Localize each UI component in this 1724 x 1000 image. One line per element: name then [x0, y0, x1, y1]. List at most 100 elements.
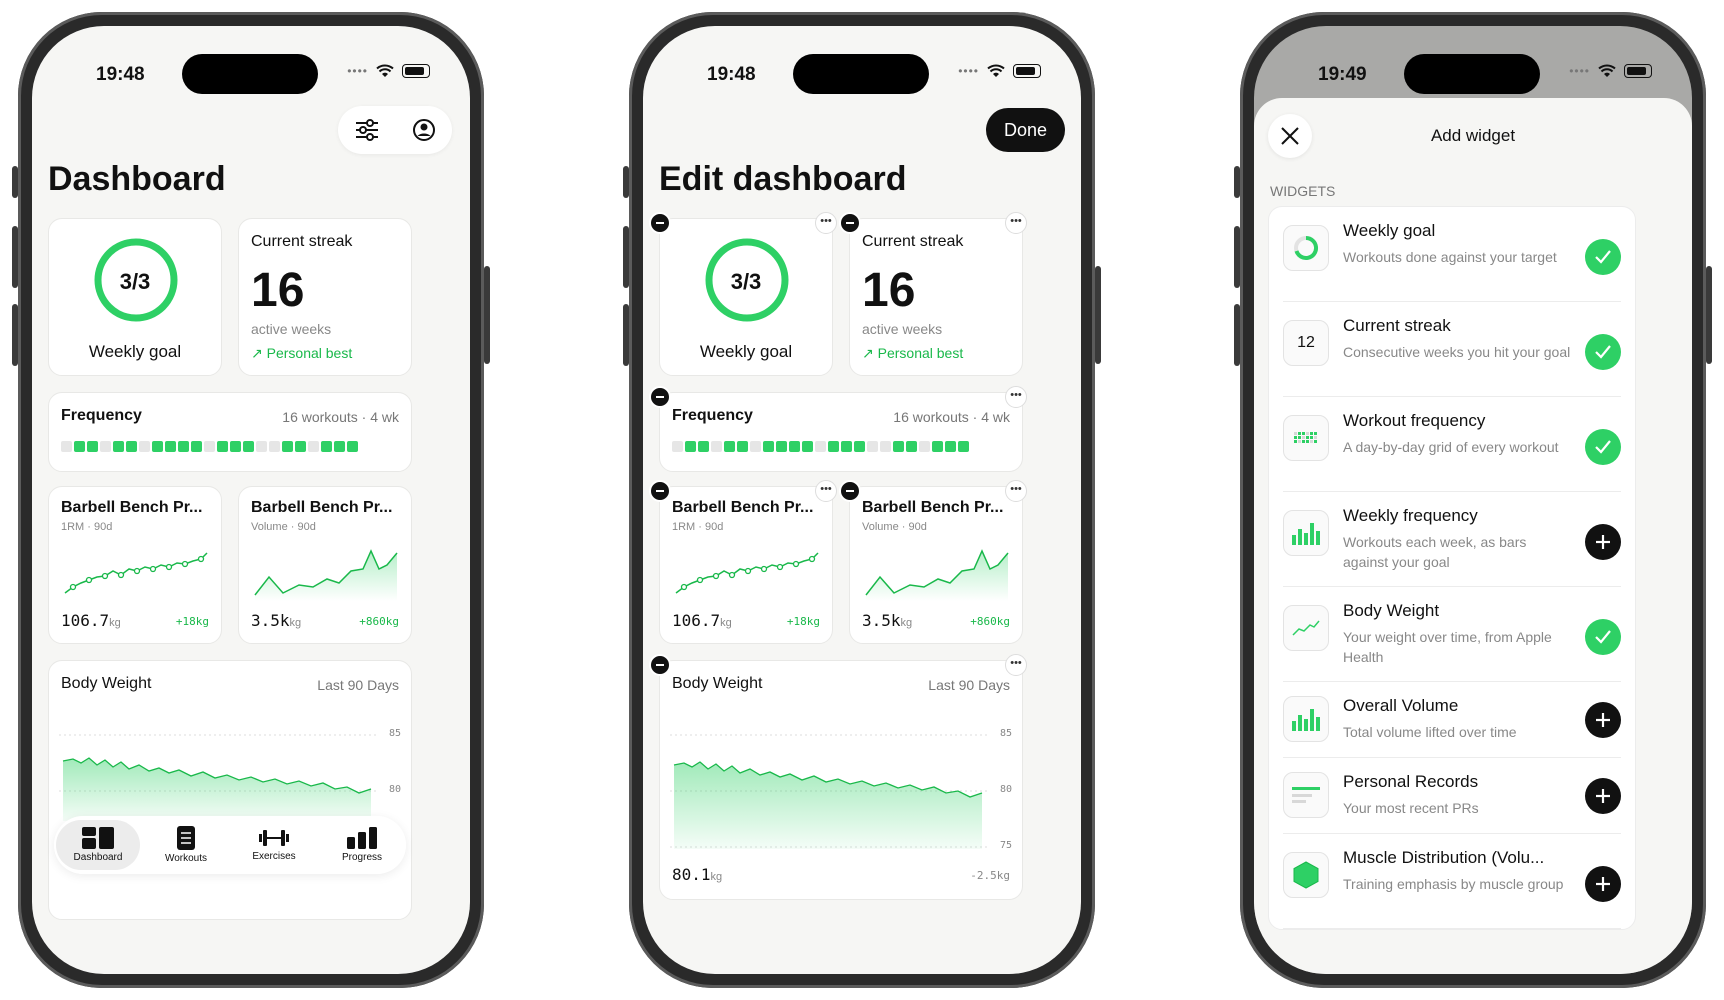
remove-bench-1rm-button[interactable] [649, 480, 671, 502]
more-weekly-goal-button[interactable]: ••• [815, 212, 837, 234]
frequency-cell [906, 441, 917, 452]
streak-card[interactable]: Current streak 16 active weeks ↗ Persona… [849, 218, 1023, 376]
tab-dashboard-label: Dashboard [73, 852, 123, 863]
page-title: Edit dashboard [659, 160, 907, 198]
added-check-button[interactable] [1585, 239, 1621, 275]
remove-bench-volume-button[interactable] [839, 480, 861, 502]
filter-icon[interactable] [355, 119, 379, 141]
frequency-cell [932, 441, 943, 452]
add-widget-button[interactable] [1585, 524, 1621, 560]
dynamic-island [182, 54, 318, 94]
more-bench-volume-button[interactable]: ••• [1005, 480, 1027, 502]
widget-row[interactable]: Overall Volume Total volume lifted over t… [1283, 682, 1621, 758]
tab-dashboard[interactable]: Dashboard [56, 820, 140, 870]
done-button[interactable]: Done [985, 108, 1065, 152]
added-check-button[interactable] [1585, 334, 1621, 370]
dashboard-icon [82, 827, 114, 849]
remove-streak-button[interactable] [839, 212, 861, 234]
status-icons: •••• [958, 64, 1041, 78]
widget-row[interactable]: Weekly frequency Workouts each week, as b… [1283, 492, 1621, 587]
weekly-goal-card[interactable]: 3/3 Weekly goal [48, 218, 222, 376]
battery-icon [1624, 64, 1652, 78]
bench-volume-sub: Volume · 90d [251, 521, 316, 533]
widget-title: Workout frequency [1343, 411, 1486, 430]
tab-progress[interactable]: Progress [320, 820, 404, 870]
tab-workouts[interactable]: Workouts [144, 820, 228, 870]
add-widget-button[interactable] [1585, 866, 1621, 902]
frequency-cell [61, 441, 72, 452]
widget-row[interactable]: Workout frequency A day-by-day grid of ev… [1283, 397, 1621, 492]
section-header: WIDGETS [1270, 183, 1336, 199]
frequency-cell [828, 441, 839, 452]
add-widget-sheet: Add widget WIDGETS Weekly goal Workouts d… [1254, 98, 1692, 974]
frequency-cell [282, 441, 293, 452]
status-time: 19:48 [707, 64, 756, 85]
streak-badge: ↗ Personal best [862, 345, 964, 361]
frequency-cell [87, 441, 98, 452]
bars-icon [1283, 696, 1329, 742]
added-check-button[interactable] [1585, 619, 1621, 655]
bench-volume-card[interactable]: Barbell Bench Pr... Volume · 90d 3.5kkg … [849, 486, 1023, 644]
widget-row[interactable]: 12 Current streak Consecutive weeks you hi… [1283, 302, 1621, 397]
frequency-cell [750, 441, 761, 452]
body-weight-card[interactable]: Body Weight Last 90 Days 85 80 [48, 660, 412, 920]
bench-1rm-card[interactable]: Barbell Bench Pr... 1RM · 90d 106.7kg +1… [659, 486, 833, 644]
frequency-cell [958, 441, 969, 452]
body-weight-card[interactable]: Body Weight Last 90 Days 85 80 75 80.1kg… [659, 660, 1023, 900]
more-streak-button[interactable]: ••• [1005, 212, 1027, 234]
frequency-card[interactable]: Frequency 16 workouts · 4 wk [659, 392, 1023, 472]
added-check-button[interactable] [1585, 429, 1621, 465]
bench-volume-delta: +860kg [359, 615, 399, 628]
widget-description: Total volume lifted over time [1343, 724, 1517, 740]
signal-icon: •••• [958, 64, 979, 78]
remove-frequency-button[interactable] [649, 386, 671, 408]
frequency-cell [204, 441, 215, 452]
toolbar-pill [338, 106, 452, 154]
status-time: 19:49 [1318, 64, 1367, 85]
add-widget-button[interactable] [1585, 702, 1621, 738]
phone-edit: 19:48 •••• Done Edit dashboard 3/3 Weekl… [623, 12, 1101, 988]
frequency-cell [737, 441, 748, 452]
bench-volume-value: 3.5kkg [862, 611, 913, 630]
frequency-card[interactable]: Frequency 16 workouts · 4 wk [48, 392, 412, 472]
more-frequency-button[interactable]: ••• [1005, 386, 1027, 408]
screen-add-widget: 19:49 •••• Add widget WIDGETS Weekly goa… [1254, 26, 1692, 974]
bench-1rm-card[interactable]: Barbell Bench Pr... 1RM · 90d 106.7kg +1… [48, 486, 222, 644]
status-icons: •••• [1569, 64, 1652, 78]
signal-icon: •••• [347, 64, 368, 78]
body-weight-meta: Last 90 Days [317, 677, 399, 693]
profile-icon[interactable] [412, 118, 436, 142]
remove-weekly-goal-button[interactable] [649, 212, 671, 234]
frequency-cell [139, 441, 150, 452]
page-title: Dashboard [48, 160, 226, 198]
widget-row[interactable]: Muscle Distribution (Volu... Training emp… [1283, 834, 1621, 929]
widget-description: A day-by-day grid of every workout [1343, 439, 1559, 455]
frequency-cell [334, 441, 345, 452]
frequency-cell [126, 441, 137, 452]
widget-row[interactable]: Body Weight Your weight over time, from A… [1283, 587, 1621, 682]
frequency-meta: 16 workouts · 4 wk [893, 409, 1010, 425]
wifi-icon [1598, 64, 1616, 77]
tab-exercises[interactable]: Exercises [232, 820, 316, 870]
frequency-cell [295, 441, 306, 452]
body-weight-meta: Last 90 Days [928, 677, 1010, 693]
widget-row[interactable]: Personal Records Your most recent PRs [1283, 758, 1621, 834]
frequency-cell [711, 441, 722, 452]
widget-row[interactable]: Weekly goal Workouts done against your ta… [1283, 207, 1621, 302]
checkmark-icon [1595, 345, 1611, 359]
sheet-title: Add widget [1430, 126, 1516, 145]
exercises-icon [259, 830, 289, 846]
widget-title: Body Weight [1343, 601, 1440, 620]
streak-value: 16 [251, 264, 305, 317]
status-icons: •••• [347, 64, 430, 78]
streak-card[interactable]: Current streak 16 active weeks ↗ Persona… [238, 218, 412, 376]
more-body-weight-button[interactable]: ••• [1005, 654, 1027, 676]
frequency-cell [893, 441, 904, 452]
bench-volume-card[interactable]: Barbell Bench Pr... Volume · 90d 3.5kkg … [238, 486, 412, 644]
plus-icon [1596, 877, 1610, 891]
frequency-cell [698, 441, 709, 452]
more-bench-1rm-button[interactable]: ••• [815, 480, 837, 502]
weekly-goal-card[interactable]: 3/3 Weekly goal [659, 218, 833, 376]
add-widget-button[interactable] [1585, 778, 1621, 814]
remove-body-weight-button[interactable] [649, 654, 671, 676]
